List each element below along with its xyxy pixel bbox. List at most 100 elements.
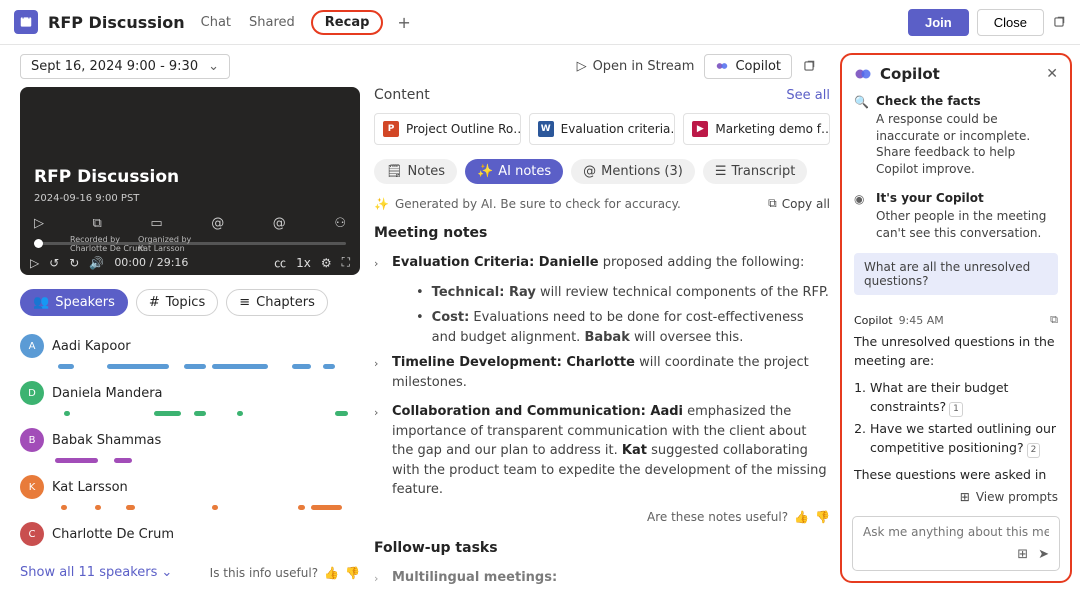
file-attachment[interactable]: W Evaluation criteria… <box>529 113 676 145</box>
left-column: RFP Discussion 2024-09-16 9:00 PST ▷ ⧉ ▭… <box>20 87 360 591</box>
chip-topics[interactable]: # Topics <box>136 289 218 316</box>
followup-heading: Follow-up tasks <box>374 540 830 556</box>
speaker-name: Babak Shammas <box>52 433 161 448</box>
app-icon <box>14 10 38 34</box>
note-item[interactable]: › Collaboration and Communication: Aadi … <box>374 402 830 500</box>
speaker-timeline[interactable] <box>52 458 360 463</box>
speaker-row[interactable]: C Charlotte De Crum <box>20 516 360 552</box>
video-player[interactable]: RFP Discussion 2024-09-16 9:00 PST ▷ ⧉ ▭… <box>20 87 360 275</box>
speaker-timeline[interactable] <box>52 505 360 510</box>
tab-mentions[interactable]: @Mentions (3) <box>571 159 695 184</box>
thumbs-down-icon[interactable]: 👎 <box>815 510 830 524</box>
copy-icon[interactable]: ⧉ <box>1050 313 1058 327</box>
middle-column: Content See all PProject Outline Ro… W Eva… <box>374 87 840 591</box>
tab-notes[interactable]: 🗒Notes <box>374 159 457 184</box>
tab-ai-notes[interactable]: ✨AI notes <box>465 159 563 184</box>
join-button[interactable]: Join <box>908 9 969 36</box>
volume-icon[interactable]: 🔊 <box>89 256 104 270</box>
thumbs-up-icon[interactable]: 👍 <box>794 510 809 524</box>
settings-icon[interactable]: ⚙ <box>321 256 332 270</box>
speaker-timeline[interactable] <box>52 364 360 369</box>
view-prompts-button[interactable]: ⊞ View prompts <box>842 480 1070 510</box>
file-name: Evaluation criteria… <box>561 122 676 136</box>
copilot-toggle[interactable]: Copilot <box>704 54 792 79</box>
chevron-right-icon: › <box>374 405 384 500</box>
thumbs-up-icon[interactable]: 👍 <box>324 566 339 580</box>
speaker-row[interactable]: B Babak Shammas <box>20 422 360 458</box>
play-icon[interactable]: ▷ <box>30 256 39 270</box>
date-picker[interactable]: Sept 16, 2024 9:00 - 9:30 ⌄ <box>20 54 230 79</box>
video-datetime: 2024-09-16 9:00 PST <box>34 193 346 204</box>
list-icon: ≡ <box>239 295 250 310</box>
file-attachment[interactable]: PProject Outline Ro… <box>374 113 521 145</box>
citation-badge[interactable]: 2 <box>1027 443 1041 459</box>
avatar: K <box>20 475 44 499</box>
cc-icon[interactable]: ㏄ <box>274 254 286 271</box>
see-all-link[interactable]: See all <box>786 88 830 103</box>
header: RFP Discussion Chat Shared Recap + Join … <box>0 0 1080 45</box>
speaker-row[interactable]: K Kat Larsson <box>20 469 360 505</box>
word-icon: W <box>538 121 554 137</box>
at-icon-1[interactable]: @ <box>211 216 224 231</box>
speaker-row[interactable]: D Daniela Mandera <box>20 375 360 411</box>
thumbs-down-icon[interactable]: 👎 <box>345 566 360 580</box>
copy-all-button[interactable]: ⧉ Copy all <box>768 196 830 211</box>
clip-icon[interactable]: ▷ <box>34 216 44 231</box>
apps-icon[interactable]: ⊞ <box>1017 547 1028 562</box>
show-all-speakers-link[interactable]: Show all 11 speakers ⌄ <box>20 565 172 580</box>
info-useful-label: Is this info useful? <box>210 566 318 580</box>
note-item[interactable]: › Timeline Development: Charlotte will c… <box>374 353 830 392</box>
meeting-notes-heading: Meeting notes <box>374 225 830 241</box>
close-button[interactable]: Close <box>977 9 1044 36</box>
speed-label[interactable]: 1x <box>296 256 311 270</box>
people-icon[interactable]: ⚇ <box>334 216 346 231</box>
people-icon: 👥 <box>33 295 49 310</box>
tab-recap[interactable]: Recap <box>311 10 384 35</box>
send-icon[interactable]: ➤ <box>1038 547 1049 562</box>
file-attachment[interactable]: ▶ Marketing demo f… <box>683 113 830 145</box>
copilot-input-box[interactable]: ⊞ ➤ <box>852 516 1060 571</box>
copilot-panel: Copilot ✕ 🔍 Check the factsA response co… <box>840 53 1072 583</box>
open-in-stream-link[interactable]: ▷ Open in Stream <box>577 59 695 74</box>
copilot-input[interactable] <box>863 525 1049 539</box>
note-bullet: Cost: Evaluations need to be done for co… <box>416 308 830 347</box>
copilot-icon <box>715 59 729 73</box>
chevron-right-icon: › <box>374 571 384 588</box>
content-heading: Content <box>374 87 430 103</box>
file-name: Project Outline Ro… <box>406 122 521 136</box>
user-prompt-chip[interactable]: What are all the unresolved questions? <box>854 253 1058 295</box>
note-item[interactable]: › Multilingual meetings: <box>374 568 830 588</box>
record-icon[interactable]: ⧉ <box>93 216 102 231</box>
avatar: C <box>20 522 44 546</box>
tab-chat[interactable]: Chat <box>199 11 233 34</box>
add-tab-button[interactable]: + <box>397 13 410 32</box>
note-item[interactable]: › Evaluation Criteria: Danielle proposed… <box>374 253 830 273</box>
tab-transcript[interactable]: ☰Transcript <box>703 159 807 184</box>
rewind-icon[interactable]: ↺ <box>49 256 59 270</box>
ai-disclaimer: Generated by AI. Be sure to check for ac… <box>395 197 681 211</box>
speaker-timeline[interactable] <box>52 552 360 557</box>
window-icon[interactable]: ▭ <box>150 216 162 231</box>
avatar: B <box>20 428 44 452</box>
popout-icon[interactable] <box>1052 15 1066 30</box>
tab-shared[interactable]: Shared <box>247 11 297 34</box>
chip-speakers[interactable]: 👥 Speakers <box>20 289 128 316</box>
chevron-down-icon: ⌄ <box>208 59 219 74</box>
fullscreen-icon[interactable]: ⛶ <box>342 255 350 270</box>
chip-chapters[interactable]: ≡ Chapters <box>226 289 328 316</box>
close-icon[interactable]: ✕ <box>1046 66 1058 82</box>
citation-badge[interactable]: 1 <box>949 402 963 418</box>
popout-icon-2[interactable] <box>802 59 816 74</box>
speaker-row[interactable]: A Aadi Kapoor <box>20 328 360 364</box>
speakers-list: A Aadi Kapoor D Daniela Mandera B Babak Sh… <box>20 328 360 557</box>
forward-icon[interactable]: ↻ <box>69 256 79 270</box>
hash-icon: # <box>149 295 160 310</box>
speaker-timeline[interactable] <box>52 411 360 416</box>
page-title: RFP Discussion <box>48 13 185 32</box>
stream-icon: ▶ <box>692 121 708 137</box>
file-name: Marketing demo f… <box>715 122 830 136</box>
copilot-title: Copilot <box>880 65 940 83</box>
speaker-name: Kat Larsson <box>52 480 128 495</box>
at-icon-2[interactable]: @ <box>273 216 286 231</box>
chevron-right-icon: › <box>374 356 384 392</box>
